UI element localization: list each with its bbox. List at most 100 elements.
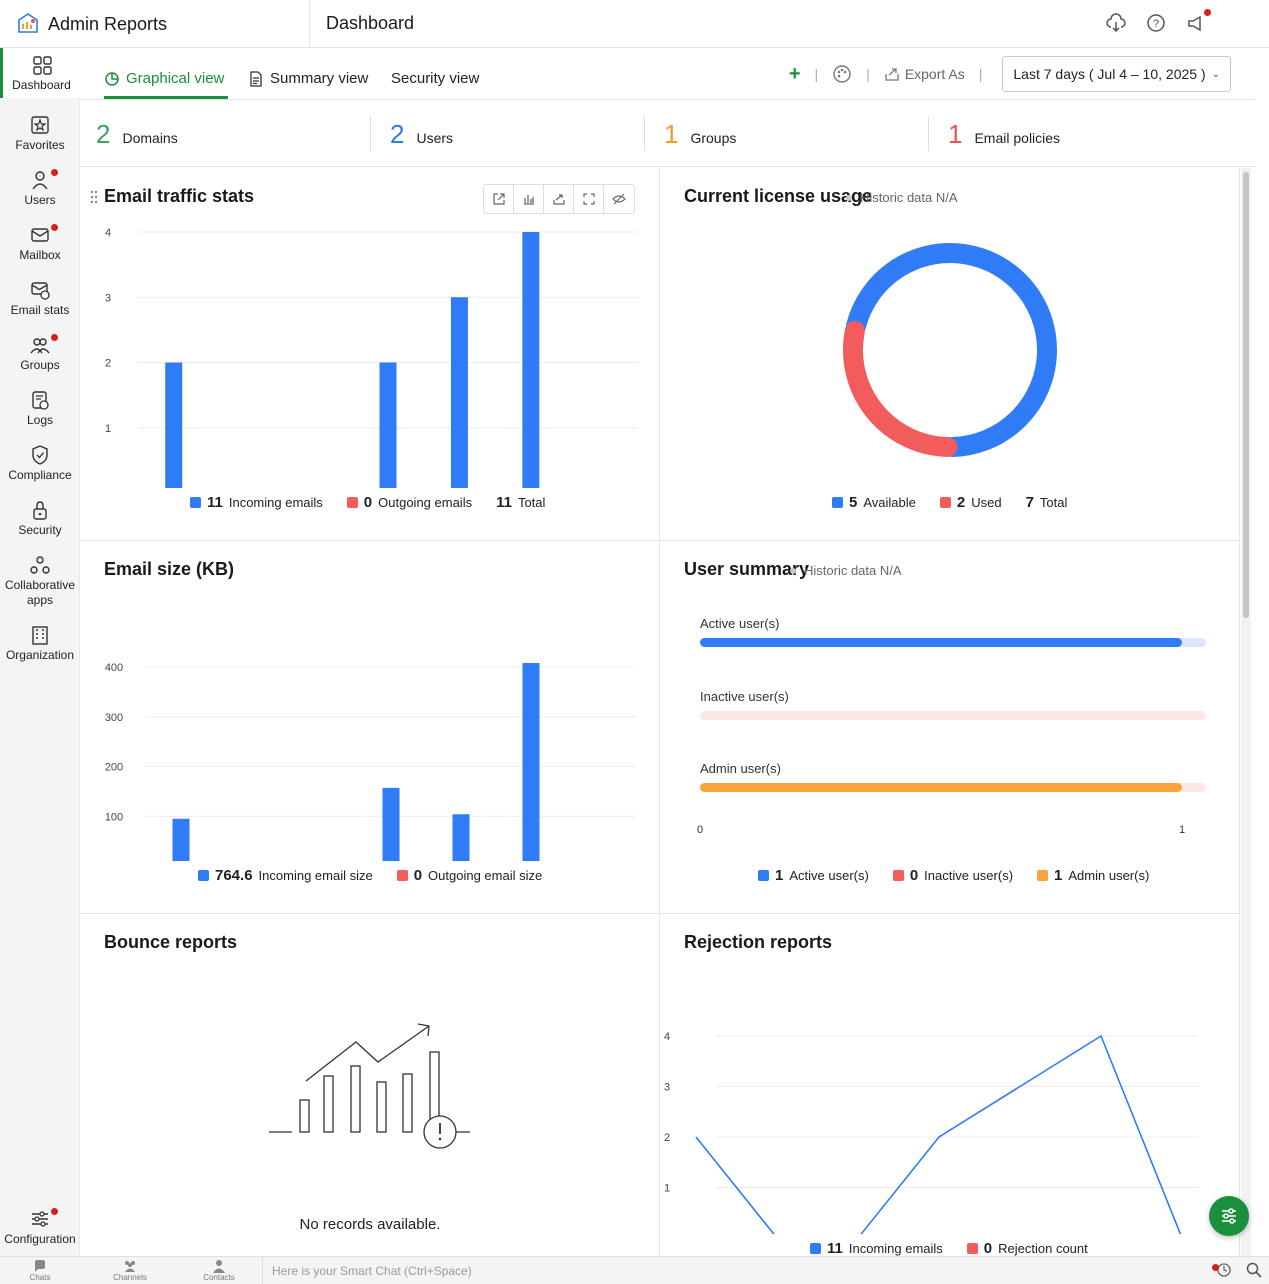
hide-icon[interactable] — [604, 185, 634, 213]
smart-chat-input[interactable]: Here is your Smart Chat (Ctrl+Space) — [262, 1257, 472, 1284]
stat-users[interactable]: 2 Users — [390, 119, 453, 150]
announcements-button[interactable] — [1185, 9, 1211, 34]
chats-tab[interactable]: Chats — [10, 1259, 70, 1282]
filter-settings-button[interactable] — [1209, 1196, 1249, 1236]
y-tick-label: 3 — [664, 1082, 670, 1094]
sidebar-item-organization[interactable]: Organization — [0, 624, 80, 662]
donut-slice[interactable] — [843, 320, 958, 457]
bar[interactable] — [522, 663, 540, 861]
app-brand[interactable]: Admin Reports — [0, 0, 310, 48]
legend-item[interactable]: 0 Inactive user(s) — [892, 867, 1013, 884]
add-widget-button[interactable]: + — [789, 63, 801, 86]
y-tick-label: 2 — [105, 358, 111, 370]
legend-item[interactable]: 1 Active user(s) — [758, 867, 869, 884]
sidebar-item-label: Users — [24, 193, 56, 207]
contacts-tab[interactable]: Contacts — [189, 1259, 249, 1282]
email-traffic-panel: Email traffic stats 0123404/07/2505/07/2… — [80, 168, 660, 541]
vertical-scrollbar[interactable] — [1241, 168, 1251, 1256]
sidebar-item-favorites[interactable]: Favorites — [0, 114, 80, 152]
historic-text: Historic data N/A — [804, 563, 902, 578]
cloud-download-icon[interactable] — [1105, 12, 1127, 34]
legend-label: Used — [971, 495, 1002, 510]
chart-legend: 5 Available 2 Used 7 Total — [832, 494, 1067, 511]
page-title: Dashboard — [326, 13, 415, 33]
share-icon[interactable] — [544, 185, 574, 213]
date-range-select[interactable]: Last 7 days ( Jul 4 – 10, 2025 ) ⌄ — [1002, 56, 1231, 92]
channels-icon — [125, 1261, 135, 1272]
search-icon[interactable] — [1245, 1261, 1263, 1279]
tab-graphical-view[interactable]: Graphical view — [104, 70, 224, 87]
legend-value: 5 — [849, 494, 858, 511]
chart-legend: 1 Active user(s) 0 Inactive user(s) 1 Admin u… — [758, 867, 1149, 884]
stat-domains[interactable]: 2 Domains — [96, 119, 178, 150]
bar[interactable] — [452, 814, 470, 861]
sidebar-item-security[interactable]: Security — [0, 499, 80, 537]
export-as-label: Export As — [904, 66, 965, 82]
sidebar-item-users[interactable]: Users — [0, 169, 80, 207]
channels-tab[interactable]: Channels — [100, 1259, 160, 1282]
drag-handle-icon[interactable] — [90, 190, 98, 204]
email-size-chart: 010020030040004/07/2505/07/2506/07/2507/… — [105, 662, 636, 861]
stat-divider — [370, 117, 371, 151]
active-tab-indicator — [104, 96, 228, 99]
legend-label: Total — [1039, 495, 1068, 510]
bar[interactable] — [172, 818, 190, 861]
sidebar-item-configuration[interactable]: Configuration — [0, 1208, 80, 1246]
sidebar-item-groups[interactable]: Groups — [0, 334, 80, 372]
sidebar-item-dashboard[interactable]: Dashboard — [0, 48, 80, 98]
legend-item[interactable]: 11 Total — [496, 494, 545, 511]
scroll-thumb[interactable] — [1243, 172, 1249, 618]
chart-legend: 11 Incoming emails 0 Outgoing emails 11 Total — [190, 494, 545, 511]
channels-tab-label: Channels — [113, 1273, 147, 1282]
y-tick-label: 1 — [105, 423, 111, 435]
usage-bar[interactable] — [700, 783, 1182, 792]
bounce-reports-panel: Bounce reports No records available. — [80, 914, 660, 1256]
notification-dot — [51, 169, 58, 176]
legend-swatch — [892, 870, 904, 881]
legend-item[interactable]: 1 Admin user(s) — [1037, 867, 1149, 884]
sidebar-item-email-stats[interactable]: Email stats — [0, 279, 80, 317]
bar[interactable] — [165, 362, 183, 489]
legend-item[interactable]: 11 Incoming emails — [810, 1240, 943, 1257]
legend-swatch — [966, 1243, 978, 1254]
tab-graphical-label: Graphical view — [126, 70, 225, 87]
stat-groups[interactable]: 1 Groups — [664, 119, 736, 150]
bar[interactable] — [379, 362, 397, 489]
export-as-button[interactable]: Export As — [884, 66, 965, 82]
legend-item[interactable]: 7 Total — [1026, 494, 1068, 511]
usage-label: Admin user(s) — [700, 761, 781, 776]
legend-item[interactable]: 2 Used — [939, 494, 1002, 511]
sidebar-item-mailbox[interactable]: Mailbox — [0, 224, 80, 262]
palette-icon[interactable] — [832, 64, 852, 84]
bar[interactable] — [382, 787, 400, 861]
empty-chart-illustration-icon — [269, 1023, 470, 1149]
stat-email-policies[interactable]: 1 Email policies — [948, 119, 1060, 150]
sidebar-item-compliance[interactable]: Compliance — [0, 444, 80, 482]
open-external-icon[interactable] — [484, 185, 514, 213]
legend-item[interactable]: 0 Outgoing email size — [396, 867, 542, 884]
chart-type-icon[interactable] — [514, 185, 544, 213]
bar[interactable] — [450, 297, 468, 488]
legend-item[interactable]: 764.6 Incoming email size — [198, 867, 373, 884]
help-icon[interactable]: ? — [1145, 12, 1167, 34]
legend-item[interactable]: 0 Outgoing emails — [346, 494, 472, 511]
legend-swatch — [810, 1243, 821, 1254]
series-line[interactable] — [695, 1034, 1182, 1234]
tab-security-view[interactable]: Security view — [391, 70, 479, 87]
legend-item[interactable]: 11 Incoming emails — [190, 494, 323, 511]
usage-bar[interactable] — [700, 638, 1182, 647]
bar[interactable] — [522, 232, 540, 488]
notification-dot — [51, 1208, 58, 1215]
legend-item[interactable]: 0 Rejection count — [966, 1240, 1088, 1257]
top-header: Admin Reports Dashboard ? — [0, 0, 1269, 48]
tab-summary-view[interactable]: Summary view — [248, 70, 368, 87]
contacts-tab-label: Contacts — [203, 1273, 235, 1282]
legend-item[interactable]: 5 Available — [832, 494, 916, 511]
view-tabs: Graphical view Summary view Security vie… — [80, 48, 1255, 100]
expand-icon[interactable] — [574, 185, 604, 213]
sidebar-item-collaborative-apps[interactable]: Collaborative apps — [0, 554, 80, 608]
axis-max-label: 1 — [1179, 824, 1186, 836]
sidebar-item-logs[interactable]: Logs — [0, 389, 80, 427]
y-tick-label: 100 — [105, 811, 123, 823]
status-button[interactable] — [1212, 1261, 1233, 1284]
